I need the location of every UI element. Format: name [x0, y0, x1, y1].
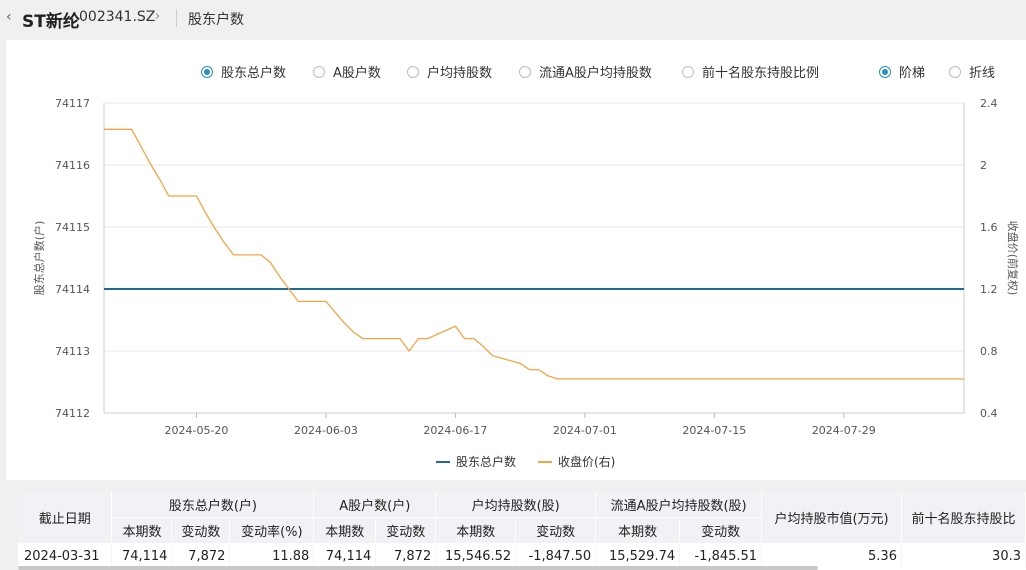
x-tick-label: 2024-07-29: [812, 424, 876, 437]
legend-label: 股东总户数: [456, 454, 516, 469]
y-right-tick-label: 1.2: [980, 283, 998, 296]
table-cell: 11.88: [229, 543, 315, 568]
legend-label: 收盘价(右): [558, 454, 615, 469]
sub-header: 变动数: [515, 517, 597, 544]
table-cell: 7,872: [375, 543, 437, 568]
table-cell: 74,114: [313, 543, 377, 568]
holders-chart: 74112 74113 74114 74115 74116 74117 0.4 0.8 1.2 1…: [32, 97, 1020, 469]
y-right-tick-label: 0.8: [980, 345, 998, 358]
x-tick-label: 2024-06-17: [423, 424, 487, 437]
sub-header: 变动数: [375, 517, 437, 544]
table-cell: 5.36: [761, 543, 902, 568]
y-right-tick-label: 2: [980, 159, 987, 172]
x-tick-label: 2024-07-01: [553, 424, 617, 437]
holders-table: 截止日期 股东总户数(户) A股户数(户) 户均持股数(股) 流通A股户均持股数…: [18, 492, 1026, 570]
table-cell: 30.3: [901, 543, 1026, 568]
x-tick-label: 2024-06-03: [294, 424, 358, 437]
horizontal-scrollbar[interactable]: [18, 566, 818, 570]
table-row[interactable]: 2024-03-31 74,114 7,872 11.88 74,114 7,8…: [18, 543, 1026, 568]
sub-header: 变动数: [679, 517, 763, 544]
y-left-tick-label: 74114: [55, 283, 90, 296]
table-cell: -1,847.50: [515, 543, 597, 568]
cell-date: 2024-03-31: [18, 543, 113, 568]
y-right-axis-title: 收盘价(前复权): [1006, 221, 1020, 296]
group-header: A股户数(户): [313, 492, 437, 518]
sub-header: 本期数: [595, 517, 681, 544]
table-cell: 15,546.52: [435, 543, 517, 568]
sub-header: 本期数: [111, 517, 173, 544]
y-left-tick-label: 74116: [55, 159, 90, 172]
table-cell: 74,114: [111, 543, 173, 568]
y-left-axis-title: 股东总户数(户): [32, 221, 46, 296]
y-right-tick-label: 1.6: [980, 221, 998, 234]
sub-header: 本期数: [313, 517, 377, 544]
group-header: 户均持股数(股): [435, 492, 597, 518]
group-header: 前十名股东持股比: [901, 492, 1026, 544]
group-header: 流通A股户均持股数(股): [595, 492, 763, 518]
y-right-tick-label: 0.4: [980, 407, 998, 420]
y-right-tick-label: 2.4: [980, 97, 998, 110]
table-cell: 7,872: [171, 543, 231, 568]
y-left-tick-label: 74112: [55, 407, 90, 420]
date-header: 截止日期: [18, 492, 113, 544]
sub-header: 变动率(%): [229, 517, 315, 544]
sub-header: 变动数: [171, 517, 231, 544]
y-left-tick-label: 74117: [55, 97, 90, 110]
group-header: 股东总户数(户): [111, 492, 315, 518]
data-table: 截止日期 股东总户数(户) A股户数(户) 户均持股数(股) 流通A股户均持股数…: [18, 492, 1026, 568]
x-tick-label: 2024-05-20: [165, 424, 229, 437]
y-left-tick-label: 74115: [55, 221, 90, 234]
y-left-tick-label: 74113: [55, 345, 90, 358]
table-cell: -1,845.51: [679, 543, 763, 568]
x-tick-label: 2024-07-15: [682, 424, 746, 437]
series-line-2: [104, 128, 964, 380]
group-header: 户均持股市值(万元): [761, 492, 902, 544]
sub-header: 本期数: [435, 517, 517, 544]
table-cell: 15,529.74: [595, 543, 681, 568]
